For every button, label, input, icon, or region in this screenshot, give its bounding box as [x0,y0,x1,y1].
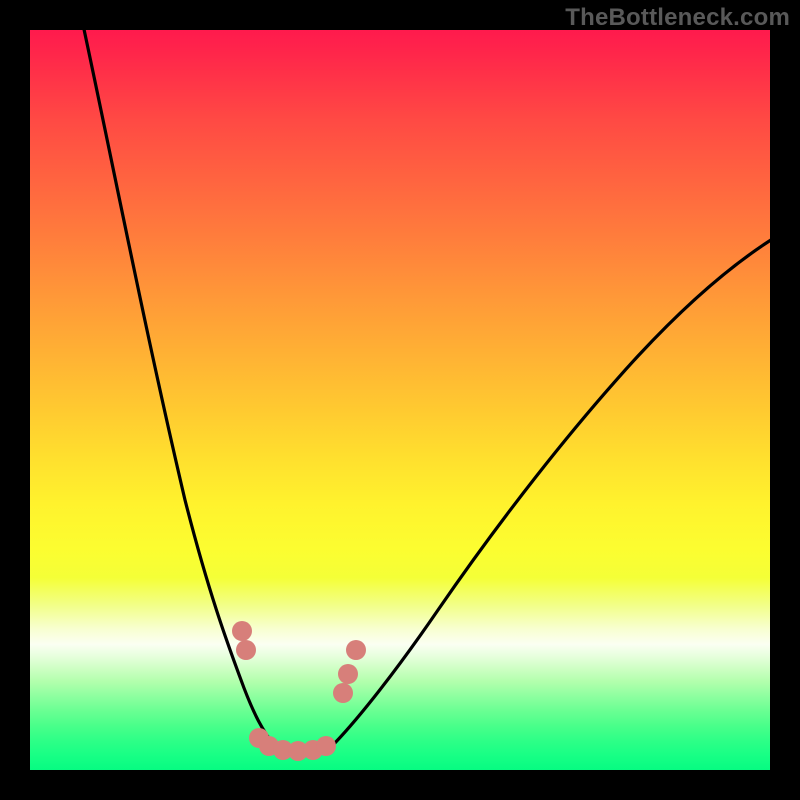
curve-layer [30,30,770,770]
plot-area [30,30,770,770]
chart-frame: TheBottleneck.com [0,0,800,800]
watermark-text: TheBottleneck.com [565,4,790,32]
marker-dots [232,621,366,761]
bottleneck-curve-right [330,238,770,748]
